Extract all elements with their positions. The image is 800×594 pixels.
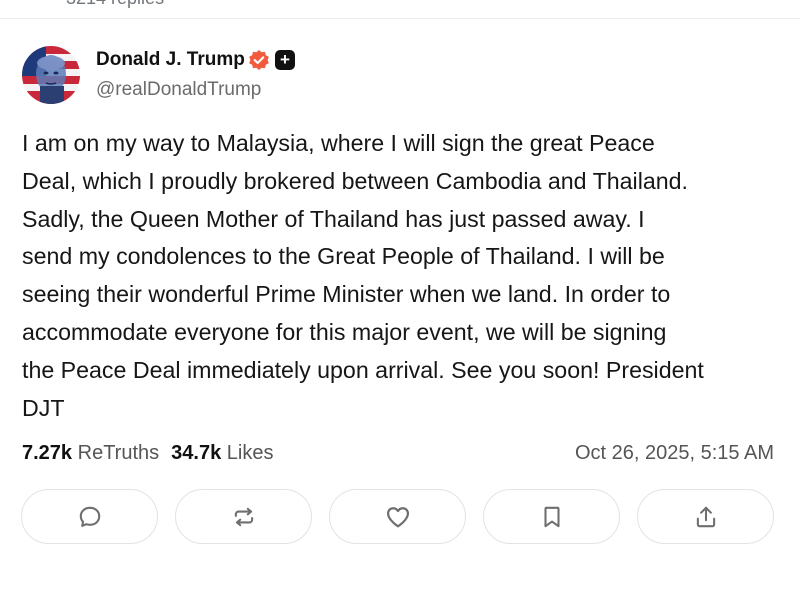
post-text: I am on my way to Malaysia, where I will… <box>22 130 704 421</box>
action-bar <box>21 489 781 547</box>
bookmark-button[interactable] <box>483 489 620 544</box>
post-stats: 7.27k ReTruths 34.7k Likes <box>22 442 273 465</box>
verified-check-icon <box>248 49 270 71</box>
retruths-label: ReTruths <box>77 442 160 464</box>
avatar[interactable] <box>22 46 80 104</box>
truth-post: Donald J. Trump + @realDonaldTrump I am … <box>0 19 800 594</box>
author-handle[interactable]: @realDonaldTrump <box>96 79 261 101</box>
plus-badge-icon: + <box>275 50 295 70</box>
likes-stat[interactable]: 34.7k Likes <box>171 442 273 464</box>
retruths-count: 7.27k <box>22 442 73 464</box>
avatar-image <box>22 46 80 104</box>
retruth-button[interactable] <box>175 489 312 544</box>
author-name[interactable]: Donald J. Trump <box>96 49 245 71</box>
repost-icon <box>234 507 253 526</box>
share-button[interactable] <box>637 489 774 544</box>
reply-button[interactable] <box>21 489 158 544</box>
likes-count: 34.7k <box>171 442 222 464</box>
post-timestamp[interactable]: Oct 26, 2025, 5:15 AM <box>575 442 774 465</box>
retruths-stat[interactable]: 7.27k ReTruths <box>22 442 159 464</box>
comment-icon <box>79 506 100 527</box>
share-icon <box>696 506 715 527</box>
like-button[interactable] <box>329 489 466 544</box>
bookmark-icon <box>543 506 560 527</box>
previous-post-replies-count[interactable]: 3214 replies <box>66 0 164 9</box>
likes-label: Likes <box>226 442 274 464</box>
heart-icon <box>386 506 409 527</box>
page: 3214 replies Donald J. Trump <box>0 0 800 594</box>
